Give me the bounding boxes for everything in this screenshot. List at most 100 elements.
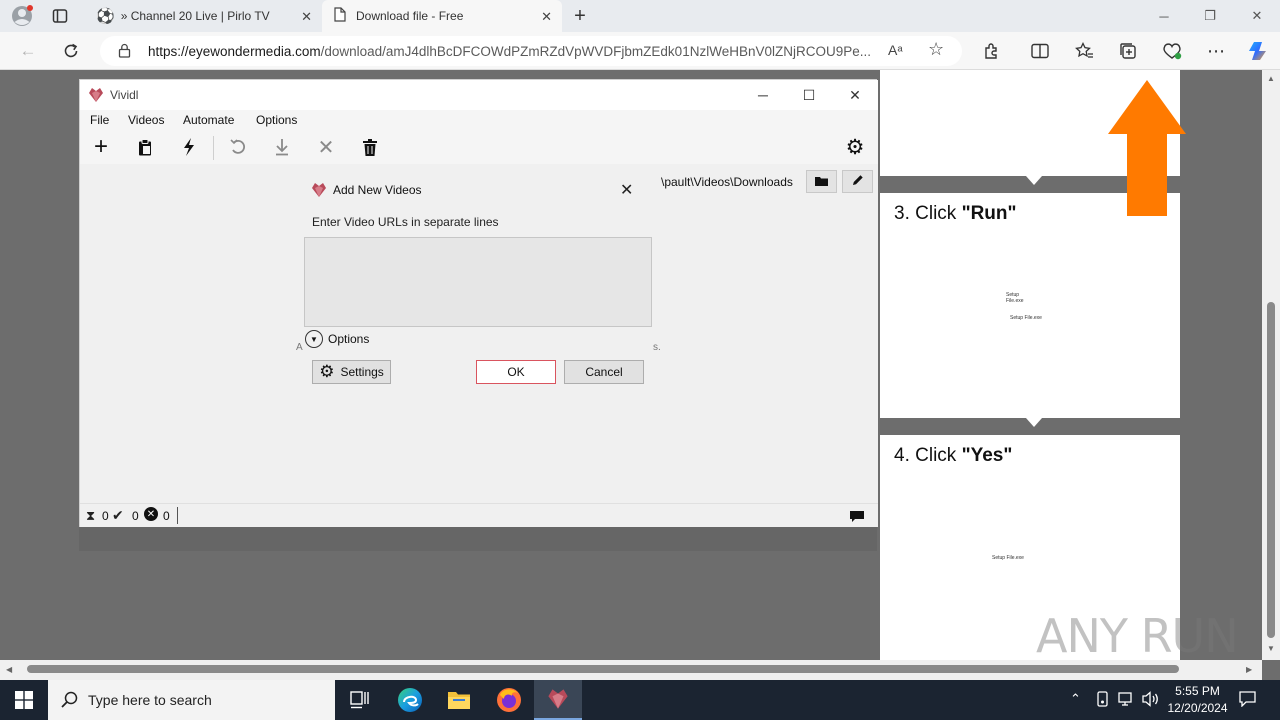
vividl-minimize-button[interactable]: ─: [740, 80, 786, 110]
taskbar-vividl[interactable]: [534, 680, 582, 720]
scroll-left-icon[interactable]: ◀: [6, 665, 12, 674]
vividl-maximize-button[interactable]: ☐: [786, 80, 832, 110]
scroll-thumb[interactable]: [1267, 302, 1275, 638]
back-button[interactable]: ←: [14, 38, 42, 64]
search-placeholder: Type here to search: [88, 692, 212, 708]
system-clock[interactable]: 5:55 PM 12/20/2024: [1160, 683, 1235, 717]
add-videos-dialog: Add New Videos ✕ Enter Video URLs in sep…: [296, 173, 661, 393]
url-prompt-label: Enter Video URLs in separate lines: [312, 215, 499, 229]
paste-icon[interactable]: [134, 136, 156, 158]
task-view-icon: [350, 691, 369, 709]
tab-actions-icon[interactable]: [48, 5, 72, 27]
close-icon[interactable]: ✕: [541, 9, 552, 25]
volume-icon[interactable]: [1142, 691, 1159, 710]
menu-automate[interactable]: Automate: [183, 113, 234, 127]
anyrun-watermark: ANY RUN: [1036, 608, 1239, 664]
search-icon: [61, 691, 78, 711]
vividl-title: Vividl: [110, 88, 139, 102]
lightning-icon[interactable]: [178, 136, 200, 158]
device-icon[interactable]: [1095, 691, 1110, 710]
scroll-down-icon[interactable]: ▼: [1267, 644, 1275, 653]
copilot-icon[interactable]: [1244, 38, 1272, 64]
edit-path-button[interactable]: [842, 170, 873, 193]
scroll-thumb[interactable]: [27, 665, 1179, 673]
add-icon[interactable]: +: [90, 133, 112, 160]
profile-icon[interactable]: [10, 5, 34, 27]
read-aloud-icon[interactable]: Aᵃ: [888, 42, 903, 58]
favorite-star-icon[interactable]: ☆: [928, 39, 944, 60]
close-window-button[interactable]: ✕: [1234, 0, 1280, 32]
pencil-icon: [852, 174, 864, 189]
notification-icon[interactable]: [1239, 691, 1256, 710]
cancel-download-icon[interactable]: ✕: [315, 136, 337, 159]
dialog-close-icon[interactable]: ✕: [620, 180, 633, 200]
horizontal-scrollbar[interactable]: ◀ ▶: [0, 660, 1262, 680]
more-menu-icon[interactable]: ⋯: [1202, 38, 1230, 64]
dialog-title: Add New Videos: [333, 183, 422, 197]
browser-tab-bar: ⚽ » Channel 20 Live | Pirlo TV ✕ Downloa…: [0, 0, 1280, 32]
browser-essentials-icon[interactable]: [1158, 38, 1186, 64]
favorites-icon[interactable]: [1070, 38, 1098, 64]
scroll-right-icon[interactable]: ▶: [1246, 665, 1252, 674]
minimize-button[interactable]: ─: [1141, 0, 1187, 32]
close-icon[interactable]: ✕: [301, 9, 312, 25]
task-view-button[interactable]: [336, 680, 384, 720]
open-folder-button[interactable]: [806, 170, 837, 193]
download-icon[interactable]: [271, 136, 293, 158]
tab-label: » Channel 20 Live | Pirlo TV: [120, 9, 270, 23]
retry-icon[interactable]: [227, 136, 249, 158]
menu-file[interactable]: File: [90, 113, 109, 127]
vividl-title-bar[interactable]: Vividl ─ ☐ ✕: [80, 80, 878, 110]
options-expander[interactable]: ▼ Options: [305, 330, 369, 348]
split-screen-icon[interactable]: [1026, 38, 1054, 64]
taskbar-edge[interactable]: [386, 680, 434, 720]
taskbar-search-box[interactable]: Type here to search: [48, 680, 335, 720]
refresh-button[interactable]: [57, 38, 85, 64]
vividl-logo-icon: [311, 182, 327, 201]
tab-download-file[interactable]: Download file - Free ✕: [322, 0, 562, 32]
error-icon: ✕: [144, 507, 158, 521]
vividl-close-button[interactable]: ✕: [832, 80, 878, 110]
tab-channel-20[interactable]: ⚽ » Channel 20 Live | Pirlo TV ✕: [84, 0, 322, 32]
settings-label: Settings: [340, 365, 384, 379]
url-text: https://eyewondermedia.com/download/amJ4…: [148, 44, 871, 59]
video-urls-textarea[interactable]: [304, 237, 652, 327]
ok-button[interactable]: OK: [476, 360, 556, 384]
settings-gear-icon[interactable]: ⚙: [844, 136, 866, 159]
taskbar-file-explorer[interactable]: [435, 680, 483, 720]
extensions-icon[interactable]: [978, 38, 1006, 64]
collections-icon[interactable]: [1114, 38, 1142, 64]
restore-button[interactable]: ❐: [1187, 0, 1233, 32]
ok-label: OK: [507, 365, 525, 379]
orange-up-arrow-icon: [1108, 80, 1186, 216]
folder-icon: [448, 692, 470, 709]
download-path: rs\pault\Videos\Downloads: [651, 175, 793, 189]
log-message-icon[interactable]: [849, 510, 865, 526]
scroll-up-icon[interactable]: ▲: [1267, 74, 1275, 83]
vividl-logo-icon: [548, 689, 568, 709]
chevron-up-icon[interactable]: ⌃: [1070, 691, 1081, 707]
hourglass-icon: ⧗: [86, 508, 96, 523]
document-icon: [334, 7, 346, 25]
failed-count: 0: [163, 509, 170, 523]
settings-button[interactable]: ⚙ Settings: [312, 360, 391, 384]
vertical-scrollbar[interactable]: ▲ ▼: [1262, 70, 1280, 660]
pending-count: 0: [102, 509, 109, 523]
network-icon[interactable]: [1118, 691, 1135, 710]
url-field[interactable]: https://eyewondermedia.com/download/amJ4…: [100, 36, 962, 66]
trash-icon[interactable]: [359, 136, 381, 158]
windows-start-button[interactable]: [0, 680, 48, 720]
vividl-status-bar: ⧗ 0 ✔ 0 ✕ 0: [80, 503, 878, 527]
cancel-button[interactable]: Cancel: [564, 360, 644, 384]
new-tab-button[interactable]: +: [568, 5, 592, 27]
windows-taskbar: Type here to search ⌃ 5:55 PM 12/20/2024: [0, 680, 1280, 720]
taskbar-firefox[interactable]: [485, 680, 533, 720]
card-notch: [1026, 176, 1042, 185]
firefox-icon: [497, 688, 521, 712]
menu-options[interactable]: Options: [256, 113, 297, 127]
watermark-text: ANY RUN: [1036, 609, 1239, 663]
vividl-menu-bar: File Videos Automate Options: [80, 110, 878, 130]
check-icon: ✔: [112, 507, 124, 523]
menu-videos[interactable]: Videos: [128, 113, 164, 127]
status-divider: [177, 507, 178, 524]
